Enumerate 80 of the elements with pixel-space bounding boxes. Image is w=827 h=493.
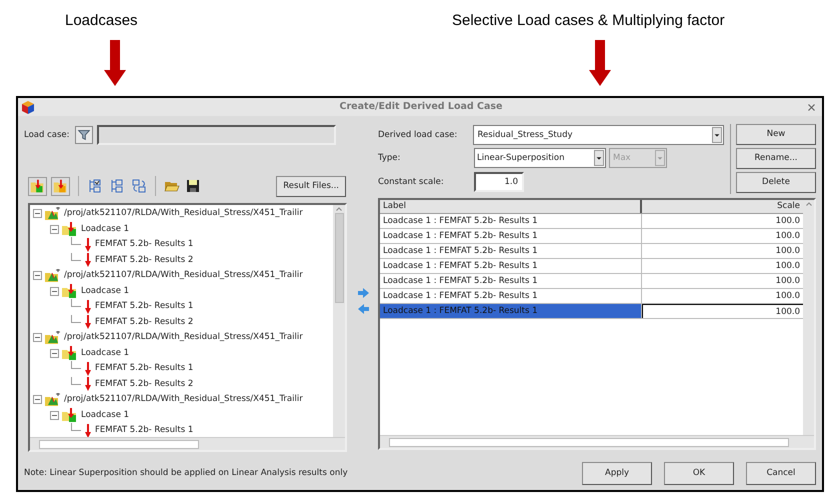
window-title: Create/Edit Derived Load Case: [338, 100, 504, 114]
tree-connector: [71, 423, 81, 431]
tree-item[interactable]: Loadcase 1: [81, 284, 130, 298]
table-cell[interactable]: Loadcase 1 : FEMFAT 5.2b- Results 1: [380, 304, 642, 318]
scroll-up-icon[interactable]: [336, 207, 342, 211]
check-list-icon[interactable]: [87, 178, 103, 194]
collapse-icon[interactable]: [50, 286, 59, 296]
vertical-scrollbar[interactable]: [333, 205, 345, 437]
field-label: Derived load case:: [378, 128, 458, 142]
vertical-scrollbar[interactable]: [803, 200, 814, 435]
down-arrow-icon: [104, 40, 126, 86]
tree-item[interactable]: /proj/atk521107/RLDA/With_Residual_Stress/X451_Trailir: [64, 331, 303, 344]
tree-item[interactable]: FEMFAT 5.2b- Results 1: [95, 424, 194, 437]
result-files-button[interactable]: Result Files...: [276, 176, 346, 196]
side-button[interactable]: Delete: [736, 172, 816, 193]
tree-item[interactable]: FEMFAT 5.2b- Results 1: [95, 238, 194, 252]
table-cell[interactable]: 100.0: [642, 259, 803, 273]
scroll-up-icon[interactable]: [806, 202, 812, 206]
tree-item[interactable]: Loadcase 1: [81, 346, 130, 360]
side-button[interactable]: Rename...: [736, 148, 816, 169]
left-arrow-icon[interactable]: [358, 304, 368, 314]
tree-item[interactable]: Loadcase 1: [81, 222, 130, 236]
tree-item[interactable]: /proj/atk521107/RLDA/With_Residual_Stress/X451_Trailir: [64, 393, 303, 406]
loadcase-folder-icon: [61, 346, 78, 360]
tree-item[interactable]: Loadcase 1: [81, 408, 130, 422]
annotation-label: Selective Load cases & Multiplying factor: [452, 11, 725, 31]
import-folder-icon[interactable]: [51, 176, 70, 196]
swap-list-icon[interactable]: [131, 178, 147, 194]
table-cell[interactable]: 100.0: [642, 274, 803, 288]
field-label: Type:: [378, 152, 402, 164]
field-label: Load case:: [24, 128, 70, 142]
collapse-icon[interactable]: [50, 410, 59, 420]
side-button[interactable]: New: [736, 124, 816, 145]
dialog-button[interactable]: Cancel: [746, 462, 816, 484]
field-label: Constant scale:: [378, 176, 445, 188]
table-cell[interactable]: 100.0: [642, 244, 803, 258]
table-cell[interactable]: 100.0: [642, 289, 803, 303]
dialog-button[interactable]: Apply: [582, 462, 652, 484]
right-arrow-icon[interactable]: [358, 288, 368, 298]
loadcase-folder-icon: [61, 284, 78, 298]
horizontal-scrollbar[interactable]: [30, 437, 345, 450]
constant-scale-field[interactable]: 1.0: [474, 172, 524, 192]
derived-load-case-combo[interactable]: Residual_Stress_Study: [473, 125, 724, 145]
cube-logo-icon: [22, 100, 34, 114]
horizontal-scrollbar[interactable]: [380, 435, 814, 448]
tree-item[interactable]: FEMFAT 5.2b- Results 2: [95, 378, 194, 391]
collapse-icon[interactable]: [33, 395, 42, 404]
uncheck-list-icon[interactable]: [109, 178, 125, 194]
loadcase-folder-icon: [61, 222, 78, 236]
tree-item[interactable]: /proj/atk521107/RLDA/With_Residual_Stress/X451_Trailir: [64, 207, 303, 220]
collapse-icon[interactable]: [33, 271, 42, 280]
tree-item[interactable]: FEMFAT 5.2b- Results 1: [95, 300, 194, 314]
tree-item[interactable]: /proj/atk521107/RLDA/With_Residual_Stress/X451_Trailir: [64, 269, 303, 282]
filter-icon[interactable]: [74, 126, 92, 144]
tree-item[interactable]: FEMFAT 5.2b- Results 2: [95, 316, 194, 329]
dialog-button[interactable]: OK: [664, 462, 734, 484]
save-icon[interactable]: [186, 179, 200, 193]
column-header[interactable]: Scale: [642, 200, 803, 213]
load-case-field[interactable]: [96, 125, 336, 145]
chart-folder-icon: [44, 268, 61, 283]
tree-item[interactable]: FEMFAT 5.2b- Results 2: [95, 254, 194, 267]
collapse-icon[interactable]: [50, 348, 59, 358]
table-cell[interactable]: 100.0: [642, 214, 803, 228]
annotation-label: Loadcases: [65, 11, 138, 31]
loadcase-folder-icon: [61, 408, 78, 422]
close-icon[interactable]: [808, 104, 815, 110]
collapse-icon[interactable]: [33, 209, 42, 218]
type-combo[interactable]: Linear-Superposition: [474, 148, 606, 168]
chart-folder-icon: [44, 392, 61, 407]
tree-item[interactable]: FEMFAT 5.2b- Results 1: [95, 362, 194, 376]
chart-folder-icon: [44, 206, 61, 221]
table-cell[interactable]: 100.0: [642, 304, 803, 318]
collapse-icon[interactable]: [33, 333, 42, 342]
table-cell[interactable]: 100.0: [642, 229, 803, 243]
chart-folder-icon: [44, 330, 61, 345]
add-folder-icon[interactable]: [28, 176, 47, 196]
down-arrow-icon: [84, 424, 92, 437]
down-arrow-icon: [589, 40, 611, 86]
note-text: Note: Linear Superposition should be applied on Linear Analysis results only: [24, 466, 349, 480]
collapse-icon[interactable]: [50, 224, 59, 234]
